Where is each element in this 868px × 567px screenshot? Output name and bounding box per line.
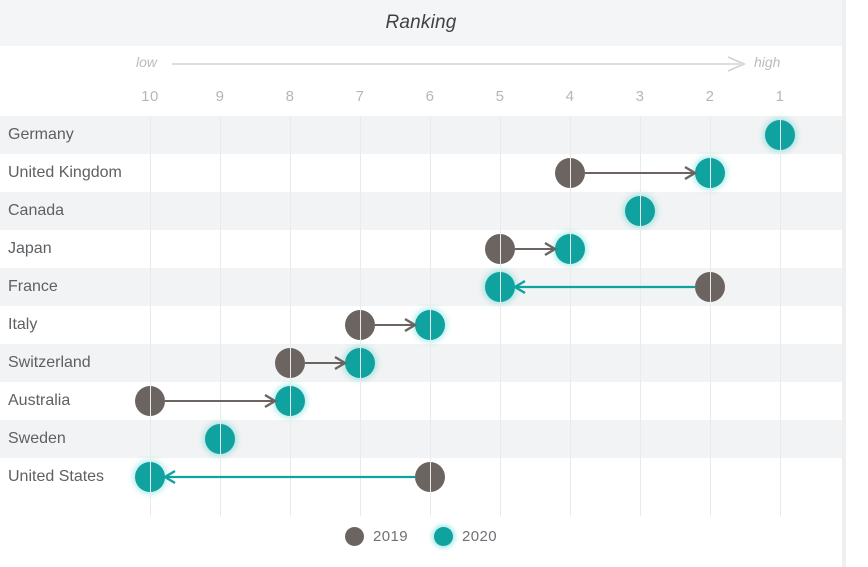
row-label-united-states: United States [8, 468, 105, 485]
x-tick-label-7: 7 [355, 88, 365, 105]
x-tick-label-3: 3 [635, 88, 645, 105]
plot-area: Germany United Kingdom Canada Japan France It… [0, 116, 842, 516]
axis-high-label: high [754, 54, 781, 70]
row-label-japan: Japan [8, 240, 52, 257]
chart-title-band: Ranking [0, 0, 842, 46]
connector-arrow-switzerland [305, 355, 348, 371]
x-tick-label-10: 10 [141, 88, 159, 105]
x-tick-label-2: 2 [705, 88, 715, 105]
right-edge-shade [842, 0, 846, 567]
legend-label: 2019 [373, 527, 408, 545]
x-tick-label-6: 6 [425, 88, 435, 105]
page-title: Ranking [385, 12, 457, 33]
row-label-italy: Italy [8, 316, 38, 333]
x-tick-label-9: 9 [215, 88, 225, 105]
circle-marker-icon [434, 526, 453, 546]
connector-arrow-france [512, 279, 695, 295]
legend-label: 2020 [462, 527, 497, 545]
x-tick-label-4: 4 [565, 88, 575, 105]
connector-arrow-italy [375, 317, 418, 333]
connector-arrow-japan [515, 241, 558, 257]
row-label-france: France [8, 278, 58, 295]
ranking-chart: Ranking low high 10 9 8 7 6 5 4 3 2 1 Germany Unit… [0, 0, 868, 567]
row-label-germany: Germany [8, 126, 74, 143]
x-tick-label-5: 5 [495, 88, 505, 105]
legend-item-2019[interactable]: 2019 [345, 526, 408, 546]
circle-marker-icon [345, 526, 365, 546]
x-axis-tick-labels: 10 9 8 7 6 5 4 3 2 1 [0, 82, 842, 116]
data-marks-layer [162, 165, 698, 485]
connector-arrow-united-states [162, 469, 415, 485]
legend: 2019 2020 [0, 516, 842, 556]
right-arrow-icon [172, 56, 746, 72]
row-label-sweden: Sweden [8, 430, 66, 447]
axis-direction-band: low high [0, 46, 842, 82]
x-tick-label-1: 1 [775, 88, 785, 105]
x-tick-label-8: 8 [285, 88, 295, 105]
legend-item-2020[interactable]: 2020 [434, 526, 497, 546]
row-label-australia: Australia [8, 392, 71, 409]
row-label-united-kingdom: United Kingdom [8, 164, 122, 181]
row-label-switzerland: Switzerland [8, 354, 91, 371]
connector-arrow-united-kingdom [585, 165, 698, 181]
connector-arrow-australia [165, 393, 278, 409]
axis-low-label: low [136, 54, 158, 70]
row-label-canada: Canada [8, 202, 65, 219]
